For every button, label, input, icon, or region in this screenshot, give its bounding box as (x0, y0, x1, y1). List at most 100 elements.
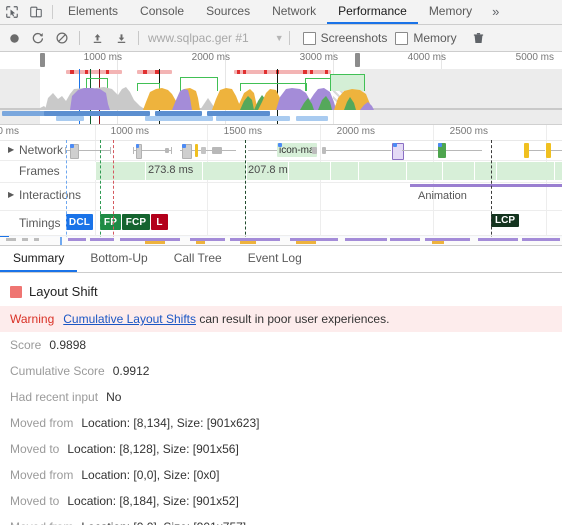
network-request[interactable] (165, 148, 169, 153)
tab-elements-label: Elements (68, 4, 119, 18)
network-connector (248, 150, 278, 151)
frame-block[interactable] (288, 162, 331, 180)
network-request-priority (136, 144, 139, 148)
memory-checkbox-box[interactable] (395, 31, 409, 45)
tab-sources-label: Sources (206, 4, 251, 18)
devtools-performance-panel: Elements Console Sources Network Perform… (0, 0, 562, 525)
trash-icon[interactable] (467, 26, 491, 50)
frame-block[interactable] (474, 162, 497, 180)
detail-row: Moved from Location: [0,0], Size: [0x0] (0, 462, 562, 488)
track-label-frames: Frames (19, 164, 60, 178)
overview-tick-4000: 4000 ms (407, 52, 446, 63)
frame-block[interactable] (442, 162, 475, 180)
device-toggle-icon[interactable] (24, 0, 48, 24)
cumulative-layout-shifts-link[interactable]: Cumulative Layout Shifts (63, 312, 196, 326)
record-circle-icon[interactable] (2, 26, 26, 50)
tab-network[interactable]: Network (261, 0, 327, 24)
event-color-swatch (10, 285, 22, 298)
tab-call-tree[interactable]: Call Tree (161, 246, 235, 272)
frame-block[interactable] (202, 162, 247, 180)
overview-window-right-handle[interactable] (355, 53, 360, 67)
overview-net-strip (155, 111, 202, 116)
screenshots-checkbox[interactable]: Screenshots (302, 31, 387, 45)
marker-line-fp (100, 140, 101, 245)
detail-key: Moved from (10, 520, 73, 525)
marker-line-fcp (245, 140, 246, 245)
detail-value: Location: [0,0], Size: [901x757] (81, 520, 246, 525)
timeline-overview[interactable]: 1000 ms 2000 ms 3000 ms 4000 ms 5000 ms (0, 52, 562, 125)
timing-marker-fp[interactable]: FP (100, 214, 121, 230)
overview-net-strip (145, 116, 213, 121)
tab-console[interactable]: Console (129, 0, 195, 24)
track-label-network: Network (19, 143, 64, 157)
timing-marker-dcl[interactable]: DCL (66, 214, 93, 230)
tab-bottom-up[interactable]: Bottom-Up (77, 246, 160, 272)
screenshots-checkbox-box[interactable] (302, 31, 316, 45)
tab-event-log[interactable]: Event Log (235, 246, 315, 272)
track-row-timings[interactable]: Timings DCL FP FCP L LCP (0, 211, 562, 236)
frame-block[interactable] (554, 162, 562, 180)
marker-line-dcl (66, 140, 67, 245)
inspect-cursor-icon[interactable] (0, 0, 24, 24)
network-request[interactable] (212, 147, 222, 154)
detail-row: Moved to Location: [8,128], Size: [901x5… (0, 436, 562, 462)
panel-tabs: Elements Console Sources Network Perform… (57, 0, 508, 24)
frame-block[interactable] (496, 162, 555, 180)
tab-performance[interactable]: Performance (327, 0, 418, 24)
interactions-expand-arrow-icon[interactable]: ▶ (8, 190, 14, 199)
warning-banner: Warning Cumulative Layout Shifts can res… (0, 306, 562, 332)
frame-block[interactable] (406, 162, 443, 180)
network-request[interactable] (195, 144, 198, 157)
track-row-frames[interactable]: Frames 273.8 ms 207.8 ms 216.5 ms 313.1 … (0, 161, 562, 183)
network-request[interactable] (201, 147, 206, 154)
more-tabs-icon[interactable]: » (483, 0, 508, 24)
track-row-network[interactable]: ▶ Network icon-ma (0, 140, 562, 161)
frame-block[interactable] (330, 162, 359, 180)
memory-checkbox[interactable]: Memory (395, 31, 457, 45)
flamechart-peek[interactable] (0, 237, 562, 245)
overview-tick-1000: 1000 ms (83, 52, 122, 63)
reload-record-icon[interactable] (26, 26, 50, 50)
detail-key: Moved to (10, 442, 60, 456)
load-profile-icon[interactable] (85, 26, 109, 50)
timing-marker-load[interactable]: L (151, 214, 168, 230)
tab-sources[interactable]: Sources (195, 0, 261, 24)
clear-icon[interactable] (50, 26, 74, 50)
toolbar-divider-1 (79, 31, 80, 45)
overview-network-band (66, 70, 122, 74)
frame-duration: 273.8 ms (148, 164, 194, 176)
detail-value: 0.9912 (112, 364, 150, 378)
network-request-icon-ma[interactable]: icon-ma (277, 143, 317, 157)
tab-summary[interactable]: Summary (0, 246, 78, 272)
tracks-ruler: 0 ms 1000 ms 1500 ms 2000 ms 2500 ms (0, 125, 562, 141)
overview-net-strip (216, 116, 290, 121)
overview-ruler: 1000 ms 2000 ms 3000 ms 4000 ms 5000 ms (0, 52, 562, 69)
chevron-down-icon[interactable]: ▼ (275, 33, 284, 43)
frame-block[interactable] (358, 162, 407, 180)
animation-bar[interactable] (410, 184, 562, 187)
network-connector (446, 150, 482, 151)
timing-marker-lcp[interactable]: LCP (491, 214, 519, 227)
tab-elements[interactable]: Elements (57, 0, 129, 24)
tab-memory[interactable]: Memory (418, 0, 483, 24)
timing-marker-fcp[interactable]: FCP (122, 214, 150, 230)
network-request-priority (182, 144, 186, 148)
overview-tick-5000: 5000 ms (515, 52, 554, 63)
detail-value: Location: [8,134], Size: [901x623] (81, 416, 260, 430)
frame-block[interactable] (95, 162, 146, 180)
tracks-tick-2500: 2500 ms (449, 126, 488, 137)
network-request[interactable] (312, 147, 317, 154)
overview-net-strip (296, 116, 328, 121)
overview-window-left-handle[interactable] (40, 53, 45, 67)
save-profile-icon[interactable] (109, 26, 133, 50)
detail-value: Location: [0,0], Size: [0x0] (81, 468, 220, 482)
profile-select[interactable]: www.sqlpac.ger #1 ▼ (148, 31, 284, 45)
network-expand-arrow-icon[interactable]: ▶ (8, 145, 14, 154)
network-connector (551, 150, 562, 151)
track-row-interactions[interactable]: ▶ Interactions Animation (0, 183, 562, 211)
detail-row: Moved from Location: [8,134], Size: [901… (0, 410, 562, 436)
tracks-tick-1500: 1500 ms (223, 126, 262, 137)
timeline-tracks[interactable]: 0 ms 1000 ms 1500 ms 2000 ms 2500 ms ▶ N… (0, 125, 562, 245)
overview-tick-2000: 2000 ms (191, 52, 230, 63)
detail-key: Moved from (10, 468, 74, 482)
